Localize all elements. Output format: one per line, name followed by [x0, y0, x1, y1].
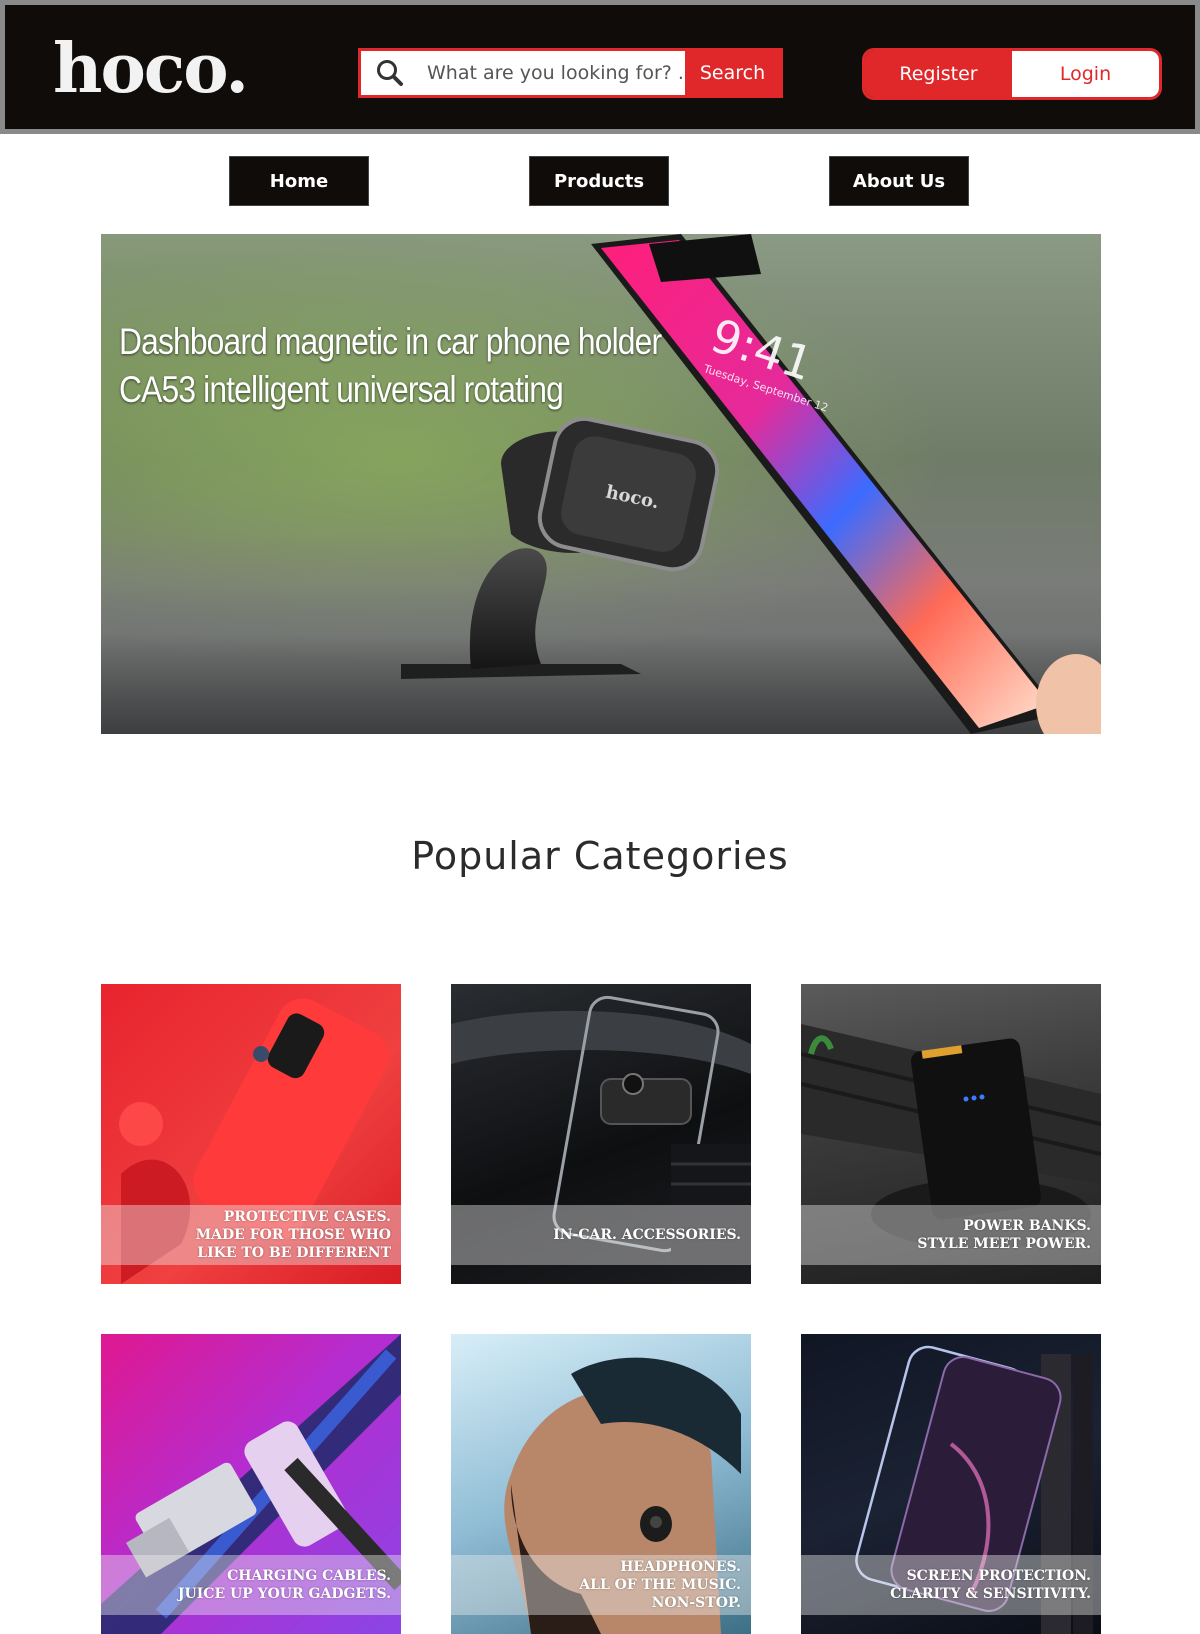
category-protective-cases[interactable]: PROTECTIVE CASES. MADE FOR THOSE WHO LIK… — [101, 984, 401, 1284]
search-button[interactable]: Search — [685, 51, 780, 95]
auth-buttons: Register Login — [862, 48, 1162, 100]
category-headphones[interactable]: HEADPHONES. ALL OF THE MUSIC. NON-STOP. — [451, 1334, 751, 1634]
category-label-band: POWER BANKS. STYLE MEET POWER. — [801, 1205, 1101, 1265]
hero-product-image: 9:41 Tuesday, September 12 hoco. — [401, 234, 1101, 734]
nav-products[interactable]: Products — [529, 156, 669, 206]
register-button[interactable]: Register — [865, 51, 1012, 97]
nav-about-us[interactable]: About Us — [829, 156, 969, 206]
category-in-car-accessories[interactable]: IN-CAR. ACCESSORIES. — [451, 984, 751, 1284]
category-screen-protection[interactable]: SCREEN PROTECTION. CLARITY & SENSITIVITY… — [801, 1334, 1101, 1634]
search-input[interactable] — [419, 51, 685, 95]
category-label: SCREEN PROTECTION. CLARITY & SENSITIVITY… — [890, 1568, 1091, 1602]
hero-title-line1: Dashboard magnetic in car phone holder — [119, 321, 662, 362]
search-icon[interactable] — [361, 51, 419, 95]
hero-title: Dashboard magnetic in car phone holder C… — [119, 318, 678, 414]
popular-categories-title: Popular Categories — [411, 834, 789, 878]
category-label: HEADPHONES. ALL OF THE MUSIC. NON-STOP. — [579, 1559, 741, 1611]
hoco-logo[interactable]: hoco. — [53, 35, 249, 103]
category-label: PROTECTIVE CASES. MADE FOR THOSE WHO LIK… — [195, 1209, 391, 1261]
search-bar: Search — [358, 48, 783, 98]
hero-banner[interactable]: 9:41 Tuesday, September 12 hoco. Dashboa… — [101, 234, 1101, 734]
login-button[interactable]: Login — [1012, 51, 1159, 97]
category-charging-cables[interactable]: CHARGING CABLES. JUICE UP YOUR GADGETS. — [101, 1334, 401, 1634]
category-label-band: HEADPHONES. ALL OF THE MUSIC. NON-STOP. — [451, 1555, 751, 1615]
category-label-band: SCREEN PROTECTION. CLARITY & SENSITIVITY… — [801, 1555, 1101, 1615]
nav-home[interactable]: Home — [229, 156, 369, 206]
category-power-banks[interactable]: POWER BANKS. STYLE MEET POWER. — [801, 984, 1101, 1284]
category-label: POWER BANKS. STYLE MEET POWER. — [917, 1218, 1091, 1252]
category-label-band: CHARGING CABLES. JUICE UP YOUR GADGETS. — [101, 1555, 401, 1615]
category-label: IN-CAR. ACCESSORIES. — [553, 1227, 741, 1243]
category-label-band: PROTECTIVE CASES. MADE FOR THOSE WHO LIK… — [101, 1205, 401, 1265]
category-label: CHARGING CABLES. JUICE UP YOUR GADGETS. — [177, 1568, 391, 1602]
site-header: hoco. Search Register Login — [0, 0, 1200, 134]
category-label-band: IN-CAR. ACCESSORIES. — [451, 1205, 751, 1265]
hero-title-line2: CA53 intelligent universal rotating — [119, 369, 564, 410]
